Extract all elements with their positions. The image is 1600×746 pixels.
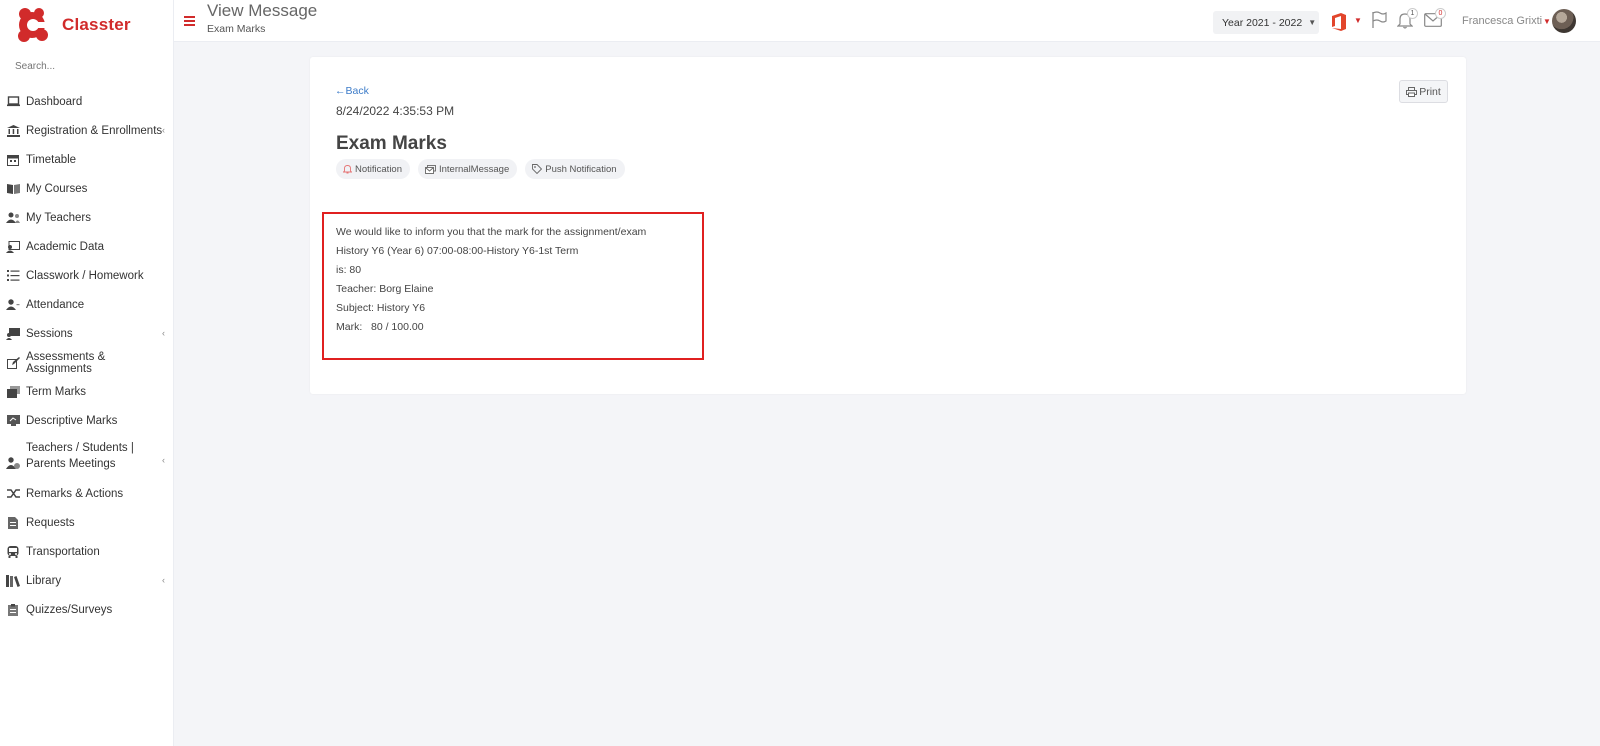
sidebar-menu: Dashboard Registration & Enrollments ‹ T…: [0, 87, 173, 624]
sidebar-search: [10, 58, 167, 80]
bell-icon: [343, 164, 352, 174]
tag-icon: [532, 164, 543, 174]
search-input[interactable]: [10, 61, 160, 72]
sidebar-item-my-teachers[interactable]: My Teachers: [0, 203, 173, 232]
tag-internal-message: InternalMessage: [418, 159, 518, 179]
envelopes-icon: [425, 164, 436, 174]
sidebar-item-label: Teachers / Students | Parents Meetings: [26, 442, 134, 470]
avatar[interactable]: [1552, 9, 1576, 33]
sidebar: Classter Dashboard Registration & Enroll…: [0, 0, 174, 746]
print-button[interactable]: Print: [1399, 80, 1448, 103]
chevron-left-icon: ‹: [162, 574, 165, 585]
random-icon: [6, 487, 20, 501]
year-select-value: Year 2021 - 2022: [1222, 16, 1303, 29]
sidebar-item-dashboard[interactable]: Dashboard: [0, 87, 173, 116]
caret-down-icon: ▼: [1308, 18, 1317, 27]
message-timestamp: 8/24/2022 4:35:53 PM: [336, 104, 455, 118]
message-tags: Notification InternalMessage Push Notifi…: [336, 159, 633, 179]
list-icon: [6, 269, 20, 283]
users-icon: [6, 211, 20, 225]
edit-icon: [6, 356, 20, 370]
page-title: View Message: [207, 1, 318, 20]
caret-down-icon[interactable]: ▼: [1543, 17, 1551, 26]
calendar-icon: [6, 153, 20, 167]
stack-icon: [6, 385, 20, 399]
hamburger-menu-icon[interactable]: [184, 16, 195, 26]
tag-push-notification: Push Notification: [525, 159, 625, 179]
office-icon[interactable]: [1331, 13, 1347, 31]
sidebar-item-attendance[interactable]: Attendance: [0, 290, 173, 319]
message-body: We would like to inform you that the mar…: [322, 212, 704, 360]
sidebar-item-term-marks[interactable]: Term Marks: [0, 377, 173, 406]
back-link[interactable]: ←Back: [335, 85, 369, 97]
caret-down-icon[interactable]: ▼: [1354, 16, 1362, 25]
book-open-icon: [6, 182, 20, 196]
page-subtitle: Exam Marks: [207, 23, 266, 35]
sidebar-item-requests[interactable]: Requests: [0, 508, 173, 537]
laptop-icon: [6, 95, 20, 109]
file-icon: [6, 516, 20, 530]
chevron-left-icon: ‹: [162, 454, 165, 465]
message-body-line: Teacher: Borg Elaine: [336, 283, 434, 295]
books-icon: [6, 574, 20, 588]
brand[interactable]: Classter: [0, 0, 173, 50]
presentation-icon: [6, 327, 20, 341]
printer-icon: [1406, 86, 1418, 97]
id-card-icon: [6, 240, 20, 254]
sidebar-item-remarks[interactable]: Remarks & Actions: [0, 479, 173, 508]
arrow-left-icon: ←: [335, 85, 346, 97]
classter-logo-icon: [18, 8, 48, 42]
messages-badge: 0: [1435, 8, 1446, 19]
message-title: Exam Marks: [336, 133, 447, 154]
user-name[interactable]: Francesca Grixti: [1462, 15, 1542, 27]
message-body-line: Mark: 80 / 100.00: [336, 321, 424, 333]
sidebar-item-library[interactable]: Library ‹: [0, 566, 173, 595]
message-body-line: Subject: History Y6: [336, 302, 426, 314]
sidebar-item-transportation[interactable]: Transportation: [0, 537, 173, 566]
sidebar-item-descriptive-marks[interactable]: Descriptive Marks: [0, 406, 173, 435]
message-card: ←Back 8/24/2022 4:35:53 PM Print Exam Ma…: [310, 57, 1466, 394]
sidebar-item-my-courses[interactable]: My Courses: [0, 174, 173, 203]
tag-notification: Notification: [336, 159, 410, 179]
chevron-left-icon: ‹: [162, 327, 165, 338]
sidebar-item-registration[interactable]: Registration & Enrollments ‹: [0, 116, 173, 145]
sidebar-item-sessions[interactable]: Sessions ‹: [0, 319, 173, 348]
clipboard-icon: [6, 603, 20, 617]
sidebar-item-academic-data[interactable]: Academic Data: [0, 232, 173, 261]
flag-icon[interactable]: [1371, 11, 1387, 29]
chevron-left-icon: ‹: [162, 124, 165, 135]
message-body-line: We would like to inform you that the mar…: [336, 226, 647, 238]
topbar: View Message Exam Marks Year 2021 - 2022…: [174, 0, 1600, 42]
sidebar-item-meetings[interactable]: Teachers / Students | Parents Meetings ‹: [0, 435, 173, 479]
sidebar-item-quizzes[interactable]: Quizzes/Surveys: [0, 595, 173, 624]
notifications-badge: 1: [1407, 8, 1418, 19]
user-clock-icon: [6, 456, 20, 470]
bus-icon: [6, 545, 20, 559]
message-body-line: History Y6 (Year 6) 07:00-08:00-History …: [336, 245, 579, 257]
chalkboard-icon: [6, 414, 20, 428]
sidebar-item-assessments[interactable]: Assessments & Assignments: [0, 348, 173, 377]
user-check-icon: [6, 298, 20, 312]
message-body-line: is: 80: [336, 264, 362, 276]
institution-icon: [6, 124, 20, 138]
year-select[interactable]: Year 2021 - 2022 ▼: [1213, 11, 1319, 34]
sidebar-item-timetable[interactable]: Timetable: [0, 145, 173, 174]
brand-name: Classter: [62, 15, 131, 34]
sidebar-item-classwork[interactable]: Classwork / Homework: [0, 261, 173, 290]
